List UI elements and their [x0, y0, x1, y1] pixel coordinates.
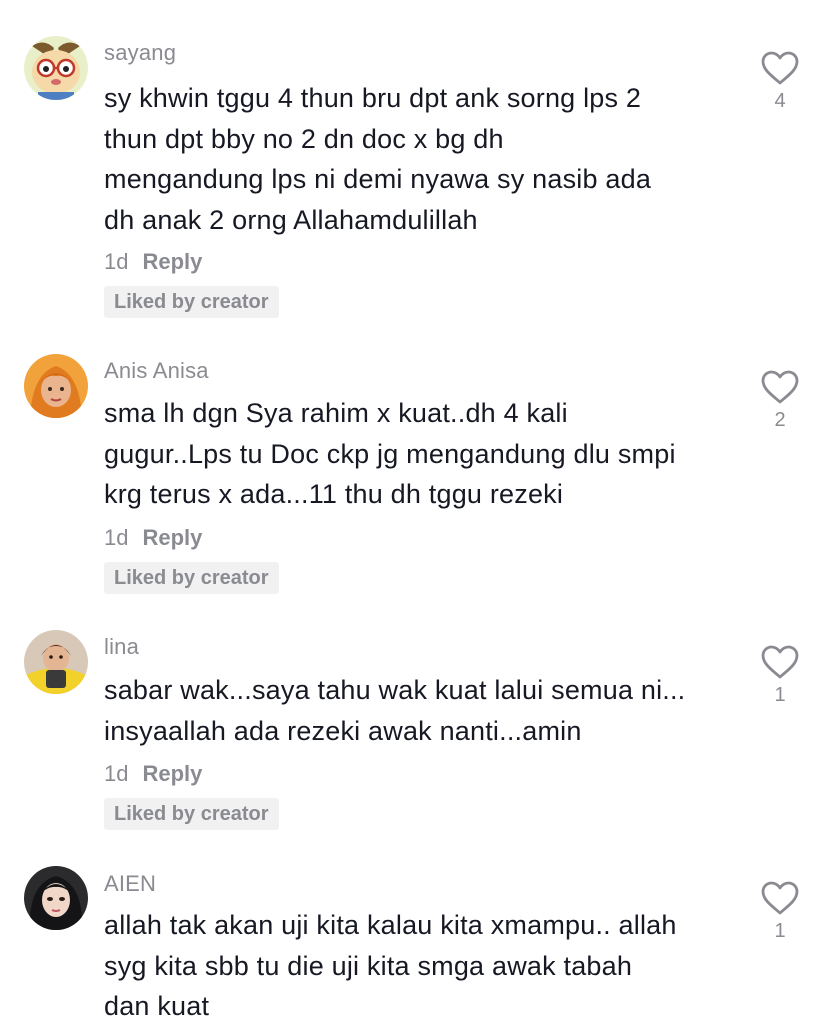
- username[interactable]: AIEN: [104, 871, 156, 897]
- comment-text: sma lh dgn Sya rahim x kuat..dh 4 kali g…: [104, 393, 734, 515]
- like-button[interactable]: 4: [758, 50, 802, 113]
- reply-button[interactable]: Reply: [142, 761, 202, 786]
- comment-text: sabar wak...saya tahu wak kuat lalui sem…: [104, 670, 734, 751]
- heart-outline-icon[interactable]: [760, 369, 800, 405]
- avatar[interactable]: [24, 36, 88, 100]
- like-count: 2: [774, 409, 786, 431]
- reply-button[interactable]: Reply: [142, 249, 202, 274]
- comment-text-line: dh anak 2 orng Allahamdulillah: [104, 204, 478, 235]
- timestamp: 1d: [104, 761, 129, 786]
- liked-by-creator-badge: Liked by creator: [104, 286, 279, 318]
- comment-text: allah tak akan uji kita kalau kita xmamp…: [104, 905, 734, 1027]
- comment-text-line: gugur..Lps tu Doc ckp jg mengandung dlu …: [104, 438, 676, 469]
- comment-text-line: dan kuat: [104, 991, 210, 1021]
- username[interactable]: lina: [104, 634, 139, 660]
- user-photo-icon: [24, 866, 88, 930]
- timestamp: 1d: [104, 249, 129, 274]
- username[interactable]: sayang: [104, 40, 176, 66]
- like-count: 1: [774, 684, 786, 706]
- comment-text-line: thun dpt bby no 2 dn doc x bg dh: [104, 123, 504, 154]
- like-button[interactable]: 2: [758, 369, 802, 432]
- comment-text-line: insyaallah ada rezeki awak nanti...amin: [104, 715, 582, 746]
- avatar[interactable]: [24, 866, 88, 930]
- user-photo-icon: [24, 354, 88, 418]
- comment-text-line: sma lh dgn Sya rahim x kuat..dh 4 kali: [104, 398, 568, 428]
- comment-text-line: krg terus x ada...11 thu dh tggu rezeki: [104, 479, 564, 509]
- comment-text-line: sy khwin tggu 4 thun bru dpt ank sorng l…: [104, 83, 642, 113]
- timestamp: 1d: [104, 525, 129, 550]
- liked-by-creator-badge: Liked by creator: [104, 798, 279, 830]
- heart-outline-icon[interactable]: [760, 880, 800, 916]
- cartoon-avatar-icon: [24, 36, 88, 100]
- user-photo-icon: [24, 630, 88, 694]
- username[interactable]: Anis Anisa: [104, 358, 209, 384]
- like-count: 1: [774, 920, 786, 942]
- comment-text: sy khwin tggu 4 thun bru dpt ank sorng l…: [104, 78, 734, 240]
- reply-button[interactable]: Reply: [142, 525, 202, 550]
- heart-outline-icon[interactable]: [760, 644, 800, 680]
- comment-text-line: allah tak akan uji kita kalau kita xmamp…: [104, 910, 677, 940]
- avatar[interactable]: [24, 354, 88, 418]
- liked-by-creator-badge: Liked by creator: [104, 562, 279, 594]
- heart-outline-icon[interactable]: [760, 50, 800, 86]
- comment-meta: 1d Reply: [104, 525, 202, 551]
- like-button[interactable]: 1: [758, 644, 802, 707]
- like-count: 4: [774, 90, 786, 112]
- comment-meta: 1d Reply: [104, 761, 202, 787]
- comment-text-line: mengandung lps ni demi nyawa sy nasib ad…: [104, 164, 652, 194]
- comment-text-line: sabar wak...saya tahu wak kuat lalui sem…: [104, 675, 686, 705]
- comment-text-line: syg kita sbb tu die uji kita smga awak t…: [104, 950, 633, 981]
- comment-meta: 1d Reply: [104, 249, 202, 275]
- like-button[interactable]: 1: [758, 880, 802, 943]
- avatar[interactable]: [24, 630, 88, 694]
